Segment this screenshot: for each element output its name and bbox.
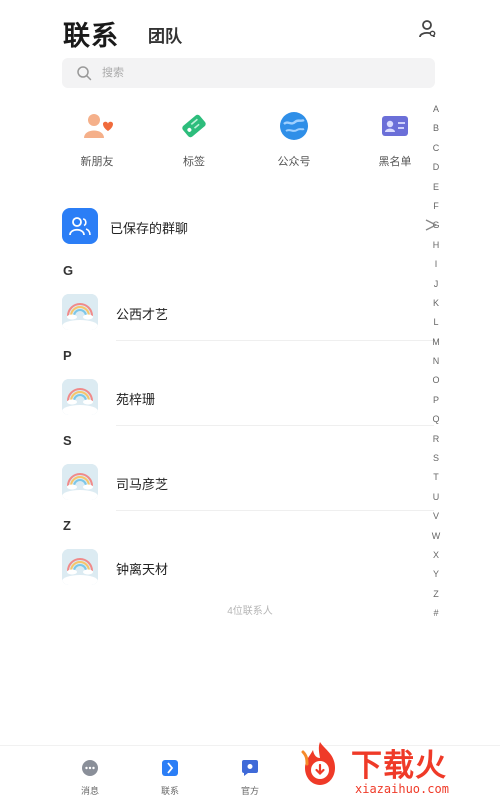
saved-group-label: 已保存的群聊 bbox=[110, 221, 189, 236]
contact-name: 钟离天材 bbox=[116, 562, 169, 577]
index-letter[interactable]: B bbox=[429, 119, 443, 138]
index-letter[interactable]: J bbox=[429, 275, 443, 294]
contact-name: 苑梓珊 bbox=[116, 392, 156, 407]
tab-label: 官方 bbox=[240, 786, 259, 796]
index-letter[interactable]: V bbox=[429, 507, 443, 526]
index-letter[interactable]: C bbox=[429, 139, 443, 158]
contact-row[interactable]: 苑梓珊 bbox=[62, 379, 422, 415]
shortcut-label: 新朋友 bbox=[80, 156, 114, 168]
divider bbox=[116, 510, 434, 511]
index-letter[interactable]: I bbox=[429, 255, 443, 274]
index-letter[interactable]: W bbox=[429, 527, 443, 546]
index-letter[interactable]: H bbox=[429, 236, 443, 255]
section-letter: P bbox=[63, 348, 72, 363]
search-bar[interactable] bbox=[62, 58, 435, 88]
divider bbox=[116, 425, 434, 426]
group-icon bbox=[62, 208, 98, 244]
header: 联系 团队 bbox=[0, 0, 500, 55]
index-letter[interactable]: F bbox=[429, 197, 443, 216]
shortcut-label: 标签 bbox=[183, 156, 205, 168]
shortcut-blacklist[interactable]: 黑名单 bbox=[360, 110, 430, 169]
avatar bbox=[62, 379, 98, 415]
saved-group-chats[interactable]: 已保存的群聊 bbox=[62, 208, 432, 244]
section-letter: S bbox=[63, 433, 72, 448]
section-letter: Z bbox=[63, 518, 71, 533]
index-letter[interactable]: P bbox=[429, 391, 443, 410]
tab-messages[interactable]: 消息 bbox=[65, 758, 115, 797]
tag-icon bbox=[178, 110, 210, 142]
tab-contacts[interactable]: 联系 bbox=[63, 14, 119, 53]
divider bbox=[116, 340, 434, 341]
section-letter: G bbox=[63, 263, 74, 278]
shortcut-official-accounts[interactable]: 公众号 bbox=[259, 110, 329, 169]
person-icon[interactable] bbox=[416, 18, 438, 40]
contact-row[interactable]: 公西才艺 bbox=[62, 294, 422, 330]
message-icon bbox=[80, 758, 100, 778]
index-letter[interactable]: Y bbox=[429, 565, 443, 584]
index-letter[interactable]: Q bbox=[429, 410, 443, 429]
index-letter[interactable]: O bbox=[429, 371, 443, 390]
tab-official[interactable]: 官方 bbox=[225, 758, 275, 797]
index-letter[interactable]: R bbox=[429, 430, 443, 449]
shortcut-label: 公众号 bbox=[277, 156, 311, 168]
index-letter[interactable]: S bbox=[429, 449, 443, 468]
index-letter[interactable]: Z bbox=[429, 585, 443, 604]
index-letter[interactable]: X bbox=[429, 546, 443, 565]
index-letter[interactable]: L bbox=[429, 313, 443, 332]
shortcut-row: 新朋友 标签 公众号 黑名单 bbox=[62, 110, 442, 175]
tab-team[interactable]: 团队 bbox=[148, 22, 182, 47]
tab-label: 消息 bbox=[80, 786, 99, 796]
blacklist-icon bbox=[379, 110, 411, 142]
contacts-icon bbox=[160, 758, 180, 778]
index-letter[interactable]: M bbox=[429, 333, 443, 352]
avatar bbox=[62, 549, 98, 585]
collapse-chevron-icon bbox=[424, 218, 438, 232]
shortcut-new-friends[interactable]: 新朋友 bbox=[62, 110, 132, 169]
watermark-url: xiazaihuo.com bbox=[355, 782, 449, 796]
shortcut-label: 黑名单 bbox=[378, 156, 412, 168]
tab-contacts-bottom[interactable]: 联系 bbox=[145, 758, 195, 797]
contact-name: 公西才艺 bbox=[116, 307, 169, 322]
index-letter[interactable]: N bbox=[429, 352, 443, 371]
watermark: 下载火 xiazaihuo.com bbox=[295, 738, 500, 800]
contact-row[interactable]: 司马彦芝 bbox=[62, 464, 422, 500]
avatar bbox=[62, 464, 98, 500]
index-letter[interactable]: U bbox=[429, 488, 443, 507]
index-letter[interactable]: D bbox=[429, 158, 443, 177]
avatar bbox=[62, 294, 98, 330]
flame-logo-icon bbox=[295, 738, 345, 788]
search-icon bbox=[77, 66, 92, 81]
shortcut-tags[interactable]: 标签 bbox=[159, 110, 229, 169]
official-account-icon bbox=[278, 110, 310, 142]
index-letter[interactable]: T bbox=[429, 468, 443, 487]
index-letter[interactable]: # bbox=[429, 604, 443, 623]
alphabet-index[interactable]: A B C D E F G H I J K L M N O P Q R S T … bbox=[429, 100, 443, 624]
contact-name: 司马彦芝 bbox=[116, 477, 169, 492]
index-letter[interactable]: A bbox=[429, 100, 443, 119]
search-input[interactable] bbox=[102, 63, 402, 83]
contact-count: 4位联系人 bbox=[227, 606, 273, 617]
watermark-text: 下载火 bbox=[351, 748, 447, 783]
index-letter[interactable]: K bbox=[429, 294, 443, 313]
contact-row[interactable]: 钟离天材 bbox=[62, 549, 422, 585]
new-friend-icon bbox=[81, 110, 113, 142]
tab-label: 联系 bbox=[160, 786, 179, 796]
official-icon bbox=[240, 758, 260, 778]
index-letter[interactable]: E bbox=[429, 178, 443, 197]
